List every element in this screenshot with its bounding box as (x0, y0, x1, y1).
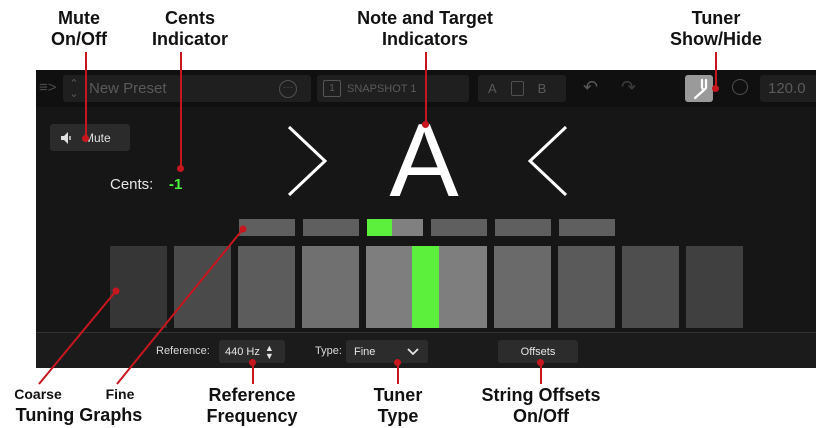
target-left-chevron-icon (287, 125, 328, 197)
tuner-leader-line (715, 52, 717, 88)
note-target-callout: Note and Target Indicators (340, 8, 510, 50)
reference-leader-dot (249, 359, 256, 366)
coarse-graph-segment (622, 246, 679, 328)
tempo-value: 120.0 (768, 80, 806, 97)
cents-callout-line1: Cents (164, 8, 215, 28)
tuner-leader-dot (712, 85, 719, 92)
fine-graph-segment (303, 219, 359, 236)
preset-selector[interactable]: ⌃ ⌄ New Preset (63, 75, 311, 102)
tuner-type-callout-line2: Type (377, 406, 419, 426)
coarse-callout: Coarse (14, 386, 62, 402)
offsets-leader-dot (537, 359, 544, 366)
coarse-graph-segment (238, 246, 295, 328)
undo-icon[interactable]: ↶ (583, 77, 598, 98)
note-target-callout-line1: Note and Target (357, 8, 493, 28)
coarse-graph-segment (110, 246, 167, 328)
coarse-graph-segment (302, 246, 359, 328)
fine-graph-segment (559, 219, 615, 236)
speaker-icon (61, 131, 71, 144)
preset-name: New Preset (89, 80, 167, 97)
coarse-graph-segment (366, 246, 487, 328)
note-leader-line (425, 52, 427, 124)
string-offsets-callout: String Offsets On/Off (466, 385, 616, 427)
redo-icon[interactable]: ↷ (621, 77, 636, 98)
tuning-fork-icon (693, 78, 708, 100)
cents-callout: Cents Indicator (140, 8, 240, 50)
cents-leader-line (180, 52, 182, 168)
coarse-graph-segment (686, 246, 743, 328)
preset-options-button[interactable]: ··· (279, 75, 302, 102)
type-dropdown[interactable]: Fine (346, 340, 428, 363)
fine-callout: Fine (105, 386, 135, 402)
cents-leader-dot (177, 165, 184, 172)
coarse-graph-segment (174, 246, 231, 328)
reference-callout: Reference Frequency (196, 385, 308, 427)
note-leader-dot (422, 121, 429, 128)
note-target-callout-line2: Indicators (381, 29, 469, 49)
tuner-show-callout: Tuner Show/Hide (666, 8, 766, 50)
snapshot-label: SNAPSHOT 1 (347, 82, 417, 95)
tempo-clock-icon[interactable] (732, 79, 748, 95)
preset-stepper-icon[interactable]: ⌃ ⌄ (67, 78, 81, 99)
tempo-field[interactable]: 120.0 (760, 75, 816, 102)
cents-label: Cents: (110, 176, 154, 193)
copy-ab-icon[interactable] (510, 81, 524, 96)
b-button[interactable]: B (538, 81, 547, 96)
more-options-icon: ··· (279, 79, 297, 98)
snapshot-selector[interactable]: 1 SNAPSHOT 1 (317, 75, 469, 102)
type-label: Type: (315, 345, 342, 357)
ab-compare-group: A B (478, 75, 566, 102)
cents-value: -1 (169, 176, 183, 193)
mute-callout-line2: On/Off (51, 29, 107, 49)
tuner-type-callout-line1: Tuner (373, 385, 423, 405)
fine-graph-segment (431, 219, 487, 236)
reference-callout-line1: Reference (208, 385, 296, 405)
target-right-chevron-icon (527, 125, 568, 197)
reference-label: Reference: (156, 345, 210, 357)
string-offsets-callout-line1: String Offsets (481, 385, 601, 405)
mute-callout: Mute On/Off (34, 8, 124, 50)
a-button[interactable]: A (488, 81, 497, 96)
cents-callout-line2: Indicator (151, 29, 228, 49)
coarse-graph-segment (558, 246, 615, 328)
reference-callout-line2: Frequency (206, 406, 298, 426)
tuning-graphs-callout: Tuning Graphs (15, 405, 143, 425)
fine-graph-segment (495, 219, 551, 236)
mute-callout-line1: Mute (58, 8, 100, 28)
mute-button[interactable]: Mute (50, 124, 130, 151)
type-leader-dot (394, 359, 401, 366)
type-value: Fine (354, 345, 376, 358)
tuner-show-callout-line1: Tuner (691, 8, 741, 28)
fine-graph-segment (367, 219, 423, 236)
menu-arrow-icon[interactable]: ≡> (39, 79, 57, 96)
reference-value: 440 Hz (225, 345, 260, 358)
coarse-graph-active-bar (412, 246, 439, 328)
fine-graph-segment (239, 219, 295, 236)
tuner-show-callout-line2: Show/Hide (669, 29, 762, 49)
mute-leader-line (85, 52, 87, 138)
bottom-settings-bar: Reference: 440 Hz ▲ ▼ Type: Fine Offsets (36, 332, 816, 368)
coarse-graph-segment (494, 246, 551, 328)
tuner-toggle-button[interactable] (685, 75, 713, 102)
chevron-down-icon (407, 348, 419, 356)
mute-leader-dot (82, 135, 89, 142)
string-offsets-callout-line2: On/Off (513, 406, 569, 426)
snapshot-number-icon: 1 (323, 80, 341, 97)
offsets-label: Offsets (520, 345, 556, 358)
reference-stepper-icon[interactable]: ▲ ▼ (265, 343, 274, 360)
fine-graph-active-fill (367, 219, 393, 236)
tuner-type-callout: Tuner Type (358, 385, 438, 427)
